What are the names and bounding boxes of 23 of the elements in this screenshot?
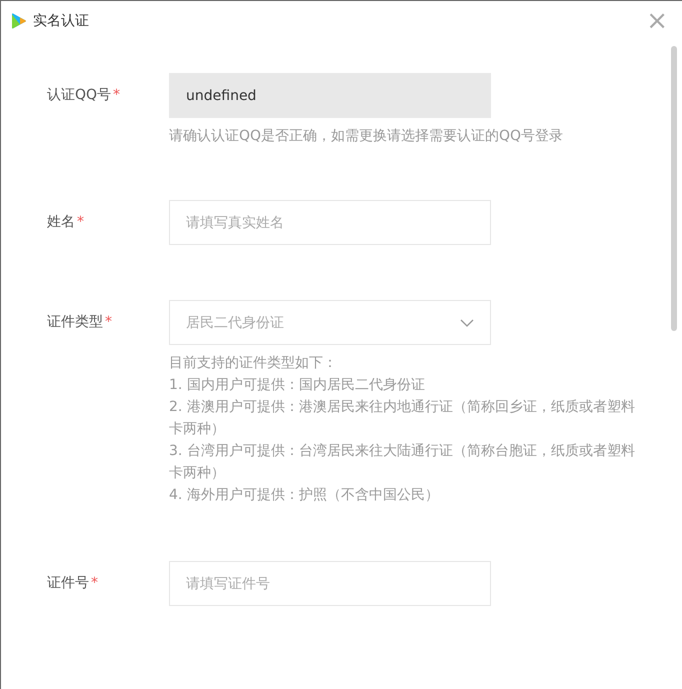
input-field[interactable]: 请填写证件号 — [169, 561, 491, 606]
field-label: 证件号 — [47, 575, 89, 591]
hint-text: 请确认认证QQ是否正确，如需更换请选择需要认证的QQ号登录 — [169, 127, 564, 145]
window-title: 实名认证 — [33, 12, 89, 30]
qq-number-field[interactable]: undefined — [169, 73, 491, 118]
field-label: 认证QQ号 — [47, 87, 112, 103]
play-logo-icon — [11, 12, 27, 30]
required-mark: * — [77, 214, 84, 230]
note-text: 1. 国内用户可提供：国内居民二代身份证 — [169, 376, 426, 395]
required-mark: * — [105, 314, 112, 330]
field-label: 姓名 — [47, 214, 75, 230]
dropdown-field[interactable]: 居民二代身份证 — [169, 300, 491, 345]
note-text: 2. 港澳用户可提供：港澳居民来往内地通行证（简称回乡证，纸质或者塑料卡两种） — [169, 398, 636, 439]
field-label: 证件类型 — [47, 314, 103, 330]
input-field[interactable]: 请填写真实姓名 — [169, 200, 491, 245]
close-button[interactable]: × — [642, 8, 672, 34]
note-text: 目前支持的证件类型如下： — [169, 354, 338, 373]
scrollbar[interactable] — [671, 46, 677, 331]
note-text: 3. 台湾用户可提供：台湾居民来往大陆通行证（简称台胞证，纸质或者塑料卡两种） — [169, 442, 636, 483]
required-mark: * — [91, 575, 98, 591]
chevron-down-icon — [460, 318, 474, 326]
required-mark: * — [113, 87, 120, 103]
note-text: 4. 海外用户可提供：护照（不含中国公民） — [169, 486, 440, 505]
